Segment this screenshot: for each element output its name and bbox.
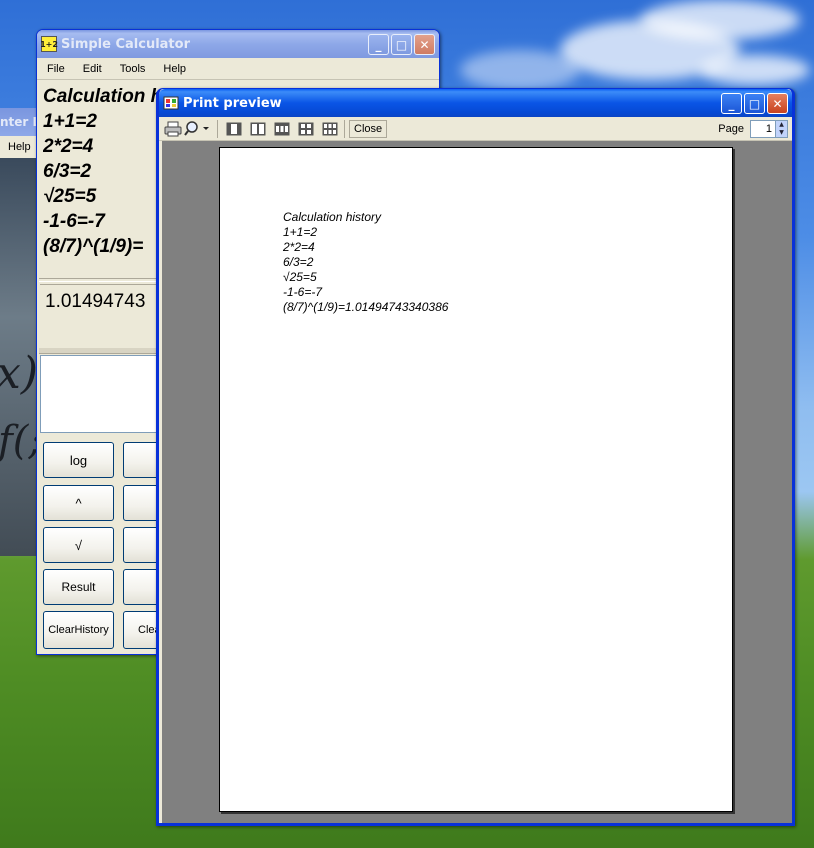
clear-history-button[interactable]: ClearHistory <box>43 611 114 649</box>
log-button[interactable]: log <box>43 442 114 478</box>
page-line: 1+1=2 <box>283 225 318 239</box>
one-page-icon[interactable] <box>224 119 244 139</box>
toolbar-separator <box>217 119 218 138</box>
minimize-button[interactable]: _ <box>721 93 742 114</box>
spinner-arrows[interactable]: ▲ ▼ <box>775 121 787 137</box>
spinner-up-icon[interactable]: ▲ <box>776 121 787 129</box>
print-preview-title: Print preview <box>183 95 282 111</box>
zoom-icon[interactable] <box>183 119 211 139</box>
background-menu-help[interactable]: Help <box>8 141 31 153</box>
close-button[interactable]: ✕ <box>767 93 788 114</box>
calculator-menubar: File Edit Tools Help <box>37 58 439 80</box>
print-preview-toolbar: Close Page 1 ▲ ▼ <box>159 117 792 141</box>
page-number-value: 1 <box>765 123 772 135</box>
close-icon: ✕ <box>419 37 430 52</box>
two-pages-icon[interactable] <box>248 119 268 139</box>
math-glyph-1: x) <box>0 348 38 399</box>
result-button[interactable]: Result <box>43 569 114 605</box>
print-icon[interactable] <box>163 119 183 139</box>
background-window-menubar: Help <box>0 136 40 158</box>
minimize-button[interactable]: _ <box>368 34 389 55</box>
background-window-title: nter L <box>0 115 40 129</box>
three-pages-icon[interactable] <box>272 119 292 139</box>
page-title: Calculation history <box>283 210 382 224</box>
calculator-app-icon: 1+2 <box>40 36 58 52</box>
background-window: nter L Help x) f(; <box>0 108 40 556</box>
calculator-title: Simple Calculator <box>61 36 190 52</box>
menu-tools[interactable]: Tools <box>110 63 154 75</box>
spinner-down-icon[interactable]: ▼ <box>776 129 787 137</box>
close-button[interactable]: ✕ <box>414 34 435 55</box>
maximize-icon: □ <box>395 37 408 52</box>
power-button[interactable]: ^ <box>43 485 114 521</box>
minimize-icon: _ <box>728 96 735 111</box>
background-window-titlebar[interactable]: nter L <box>0 108 40 136</box>
math-glyph-2: f(; <box>0 418 40 464</box>
menu-file[interactable]: File <box>37 63 73 75</box>
page-line: 2*2=4 <box>283 240 315 254</box>
six-pages-icon[interactable] <box>320 119 340 139</box>
page-content: Calculation history 1+1=2 2*2=4 6/3=2 √2… <box>283 210 448 315</box>
menu-edit[interactable]: Edit <box>73 63 110 75</box>
calculator-titlebar[interactable]: 1+2 Simple Calculator _ □ ✕ <box>37 30 439 58</box>
page-label: Page <box>718 123 744 135</box>
print-preview-window: Print preview _ □ ✕ Close Page 1 ▲ ▼ Cal… <box>156 88 795 826</box>
page-line: -1-6=-7 <box>283 285 323 299</box>
page-number-spinner[interactable]: 1 ▲ ▼ <box>750 120 788 138</box>
maximize-icon: □ <box>748 96 761 111</box>
maximize-button[interactable]: □ <box>391 34 412 55</box>
toolbar-separator <box>344 119 345 138</box>
close-preview-button[interactable]: Close <box>349 119 388 138</box>
four-pages-icon[interactable] <box>296 119 316 139</box>
print-preview-app-icon <box>163 95 179 111</box>
result-value: 1.01494743 <box>45 291 146 312</box>
minimize-icon: _ <box>375 37 382 52</box>
maximize-button[interactable]: □ <box>744 93 765 114</box>
page-line: (8/7)^(1/9)=1.01494743340386 <box>283 300 449 314</box>
page-line: 6/3=2 <box>283 255 314 269</box>
sqrt-button[interactable]: √ <box>43 527 114 563</box>
close-icon: ✕ <box>772 96 783 111</box>
page-line: √25=5 <box>283 270 317 284</box>
preview-area: Calculation history 1+1=2 2*2=4 6/3=2 √2… <box>162 141 792 823</box>
print-preview-titlebar[interactable]: Print preview _ □ ✕ <box>159 89 792 117</box>
menu-help[interactable]: Help <box>153 63 194 75</box>
background-window-content: x) f(; <box>0 158 40 556</box>
preview-page: Calculation history 1+1=2 2*2=4 6/3=2 √2… <box>219 147 733 812</box>
